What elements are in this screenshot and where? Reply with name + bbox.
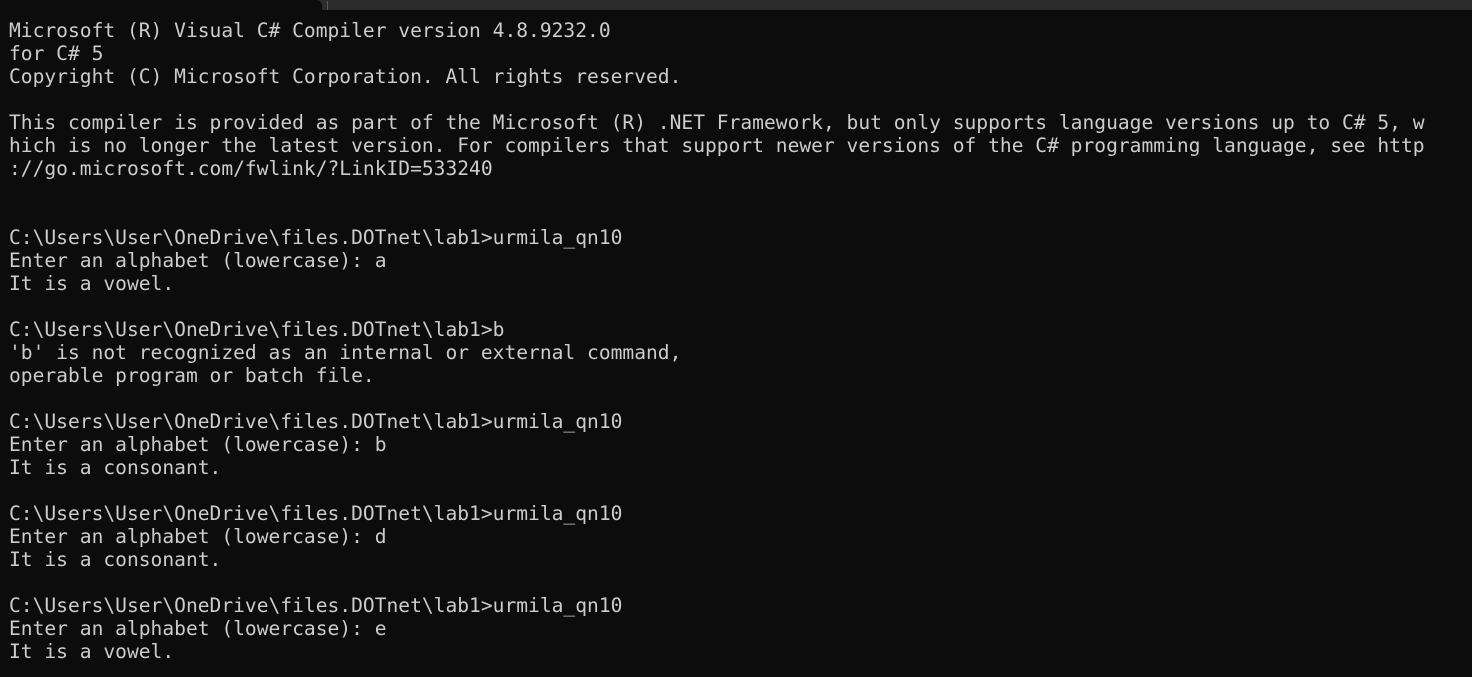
active-tab[interactable] [0, 0, 322, 10]
console-line: operable program or batch file. [9, 364, 375, 387]
tab-divider [327, 1, 328, 10]
console-line: This compiler is provided as part of the… [9, 111, 1425, 134]
console-line: C:\Users\User\OneDrive\files.DOTnet\lab1… [9, 594, 623, 617]
console-line: Enter an alphabet (lowercase): a [9, 249, 387, 272]
console-line: It is a consonant. [9, 548, 222, 571]
console-line: C:\Users\User\OneDrive\files.DOTnet\lab1… [9, 226, 623, 249]
console-line: Enter an alphabet (lowercase): b [9, 433, 387, 456]
console-line: C:\Users\User\OneDrive\files.DOTnet\lab1… [9, 410, 623, 433]
console-output[interactable]: Microsoft (R) Visual C# Compiler version… [9, 19, 1464, 663]
console-line: Copyright (C) Microsoft Corporation. All… [9, 65, 682, 88]
console-line: It is a vowel. [9, 640, 175, 663]
terminal-window[interactable]: Microsoft (R) Visual C# Compiler version… [0, 0, 1472, 677]
console-line: Enter an alphabet (lowercase): e [9, 617, 387, 640]
console-line: for C# 5 [9, 42, 104, 65]
console-line: 'b' is not recognized as an internal or … [9, 341, 682, 364]
console-line: Enter an alphabet (lowercase): d [9, 525, 387, 548]
console-line: ://go.microsoft.com/fwlink/?LinkID=53324… [9, 157, 493, 180]
console-line: It is a consonant. [9, 456, 222, 479]
tab-strip [0, 0, 1472, 10]
console-line: hich is no longer the latest version. Fo… [9, 134, 1425, 157]
console-line: C:\Users\User\OneDrive\files.DOTnet\lab1… [9, 502, 623, 525]
console-line: C:\Users\User\OneDrive\files.DOTnet\lab1… [9, 318, 505, 341]
console-line: Microsoft (R) Visual C# Compiler version… [9, 19, 611, 42]
console-line: It is a vowel. [9, 272, 175, 295]
